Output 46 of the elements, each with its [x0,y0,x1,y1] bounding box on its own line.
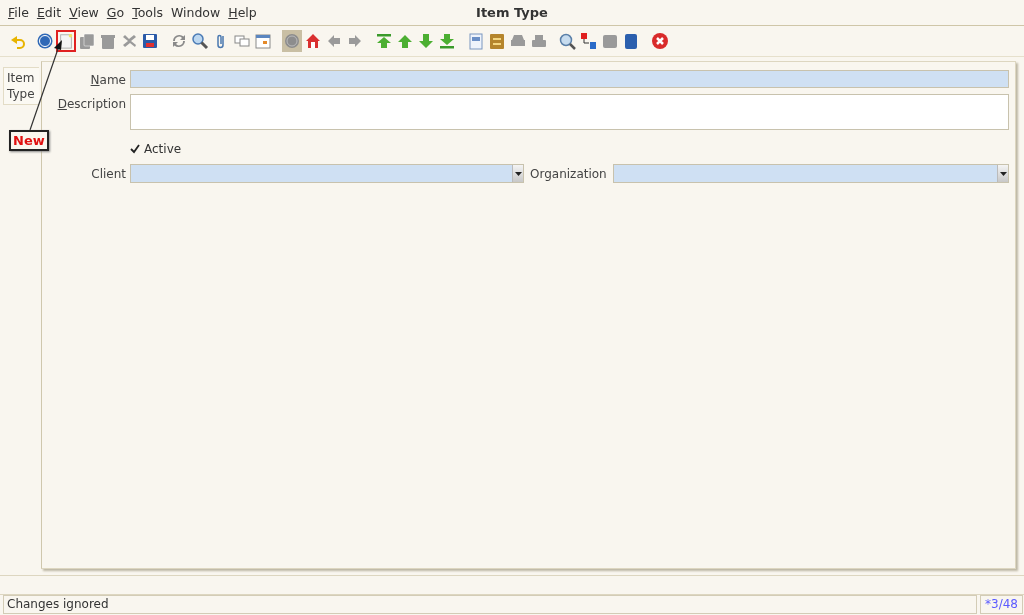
dropdown-arrow-icon [999,171,1007,176]
window-title: Item Type [476,5,548,20]
next-icon [417,32,435,50]
menu-item[interactable]: Window [166,5,225,20]
forward-icon [346,32,364,50]
menu-item[interactable]: View [65,5,103,20]
status-message: Changes ignored [3,595,978,614]
last-icon [438,32,456,50]
find-icon [191,32,209,50]
description-field[interactable] [130,94,1009,130]
dropdown-arrow-icon [514,171,522,176]
menu-item[interactable]: Go [102,5,129,20]
menu-item[interactable]: File [4,5,33,20]
new-icon [58,32,74,50]
archive-icon [488,32,506,50]
checkbox-label: Active [144,142,182,156]
delete-icon [99,32,117,50]
copy-icon [78,32,96,50]
field-label: Organization [529,166,608,181]
toolbar-button[interactable] [190,30,210,52]
highlighted-toolbar-button[interactable] [56,30,76,52]
menu-item[interactable]: Help [224,5,261,20]
first-icon [375,32,393,50]
chat-icon [233,32,251,50]
name-field[interactable] [130,70,1009,88]
checkbox[interactable] [130,144,140,154]
toolbar-button[interactable] [466,30,486,52]
callout-label: New [9,130,49,151]
toolbar-button[interactable] [650,30,670,52]
calendar-icon [254,32,272,50]
record-counter: *3/48 [980,595,1023,614]
field-label: Client [91,167,126,181]
save-icon [141,32,159,50]
refresh-icon [170,32,188,50]
workflow-icon [580,32,598,50]
menu-item[interactable]: Edit [32,5,66,20]
tab[interactable]: Item Type [3,67,39,105]
previous-icon [396,32,414,50]
home-icon [304,32,322,50]
menu-item[interactable]: Tools [128,5,167,20]
report-icon [467,32,485,50]
toolbar-button[interactable] [579,30,599,52]
field-label: Description [57,97,126,111]
field-label: Name [90,73,126,87]
close-icon [651,32,669,50]
zoom-across-icon [559,32,577,50]
